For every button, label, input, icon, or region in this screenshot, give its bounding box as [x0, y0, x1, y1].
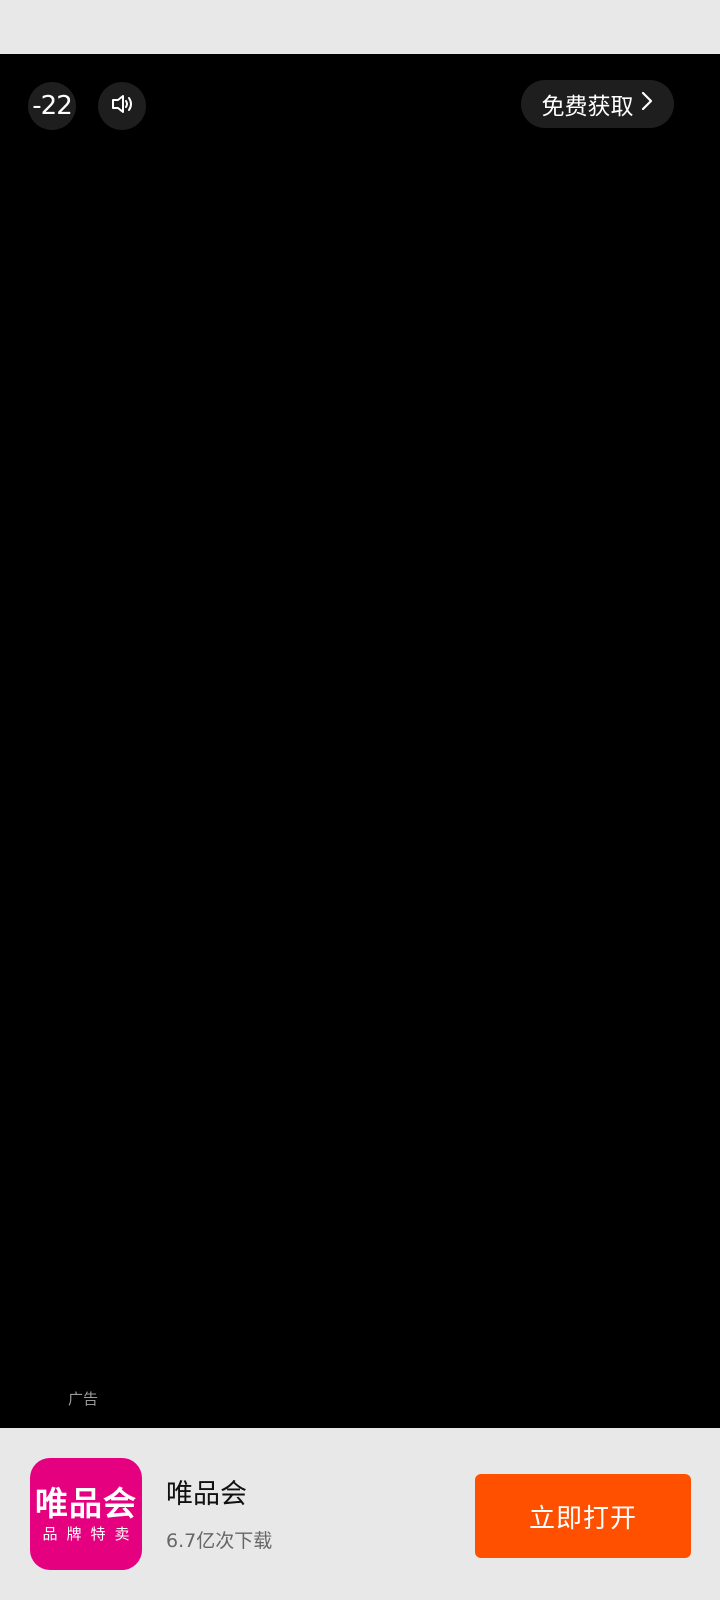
app-name: 唯品会 — [166, 1479, 247, 1510]
app-download-panel: 唯品会 品牌特卖 唯品会 6.7亿次下载 立即打开 — [0, 1428, 720, 1600]
ad-video[interactable]: -22 免费获取 广告 — [0, 54, 720, 1428]
app-logo-sub-text: 品牌特卖 — [42, 1525, 139, 1543]
free-get-label: 免费获取 — [541, 94, 634, 120]
app-logo[interactable]: 唯品会 品牌特卖 — [30, 1458, 142, 1570]
app-download-count: 6.7亿次下载 — [166, 1530, 273, 1552]
chevron-right-icon — [640, 90, 654, 118]
free-get-button[interactable]: 免费获取 — [521, 80, 674, 128]
open-app-button[interactable]: 立即打开 — [475, 1474, 691, 1558]
ad-tag: 广告 — [68, 1390, 99, 1408]
sound-toggle-button[interactable] — [98, 82, 146, 130]
status-bar — [0, 0, 720, 54]
speaker-icon — [109, 91, 135, 121]
app-logo-main-text: 唯品会 — [35, 1484, 137, 1523]
countdown-timer: -22 — [28, 82, 76, 130]
